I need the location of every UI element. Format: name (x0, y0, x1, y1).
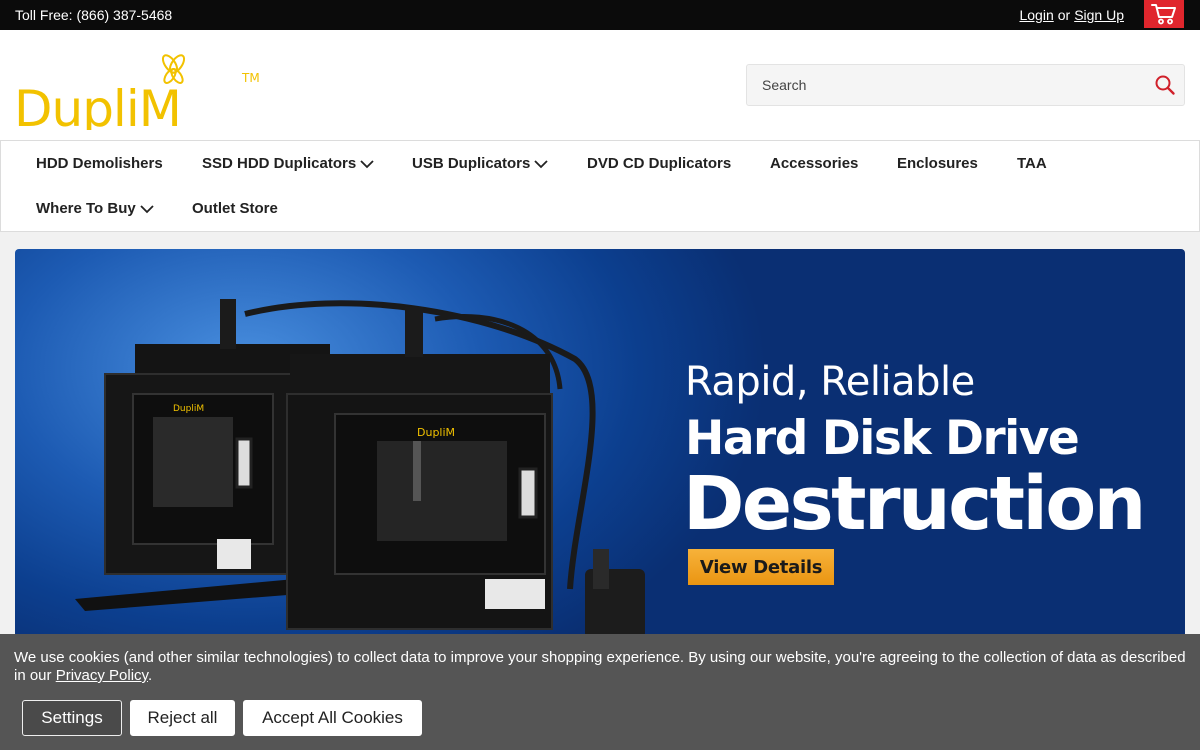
login-link[interactable]: Login (1019, 7, 1053, 23)
banner-headline-3: Destruction (683, 461, 1146, 547)
search-box (746, 64, 1185, 106)
main-nav: HDD Demolishers SSD HDD Duplicators USB … (0, 140, 1200, 232)
duplim-logo[interactable]: DupliM TM (14, 50, 264, 130)
view-details-button[interactable]: View Details (688, 549, 834, 585)
hero-banner[interactable]: DupliM DupliM Rapid, Reliable Hard Disk … (15, 249, 1185, 649)
nav-dvd-cd-duplicators[interactable]: DVD CD Duplicators (587, 155, 731, 172)
nav-label: HDD Demolishers (36, 155, 163, 172)
machine-brand-label: DupliM (417, 426, 455, 439)
cookie-message: We use cookies (and other similar techno… (14, 649, 1186, 685)
nav-enclosures[interactable]: Enclosures (897, 155, 978, 172)
cookie-message-end: . (147, 667, 153, 684)
chevron-down-icon (360, 159, 374, 168)
cart-button[interactable] (1144, 0, 1184, 28)
toll-free-phone: Toll Free: (866) 387-5468 (15, 7, 173, 23)
logo-trademark: TM (241, 71, 260, 85)
nav-ssd-hdd-duplicators[interactable]: SSD HDD Duplicators (202, 155, 374, 172)
search-input[interactable] (747, 65, 1137, 105)
search-icon[interactable] (1154, 74, 1176, 96)
nav-label: DVD CD Duplicators (587, 155, 732, 172)
or-text: or (1057, 7, 1071, 23)
machine-brand-label: DupliM (173, 404, 204, 414)
banner-headline-1: Rapid, Reliable (685, 359, 975, 405)
chevron-down-icon (534, 159, 548, 168)
cookie-settings-button[interactable]: Settings (22, 700, 122, 736)
nav-label: Accessories (770, 155, 859, 172)
nav-usb-duplicators[interactable]: USB Duplicators (412, 155, 548, 172)
nav-taa[interactable]: TAA (1017, 155, 1047, 172)
banner-headline-2: Hard Disk Drive (685, 411, 1080, 466)
chevron-down-icon (140, 204, 154, 213)
top-bar: Toll Free: (866) 387-5468 Login or Sign Up (0, 0, 1200, 30)
site-header: DupliM TM (0, 30, 1200, 140)
logo-wordmark: DupliM (14, 80, 181, 130)
accept-all-cookies-button[interactable]: Accept All Cookies (243, 700, 422, 736)
nav-label: TAA (1017, 155, 1047, 172)
nav-label: Enclosures (897, 155, 978, 172)
nav-where-to-buy[interactable]: Where To Buy (36, 200, 154, 217)
nav-accessories[interactable]: Accessories (770, 155, 858, 172)
nav-label: SSD HDD Duplicators (202, 155, 357, 172)
signup-link[interactable]: Sign Up (1074, 7, 1124, 23)
privacy-policy-link[interactable]: Privacy Policy (56, 667, 148, 684)
nav-outlet-store[interactable]: Outlet Store (192, 200, 278, 217)
nav-label: Outlet Store (192, 200, 278, 217)
cookie-message-text: We use cookies (and other similar techno… (14, 649, 1186, 684)
auth-links: Login or Sign Up (1019, 7, 1124, 23)
nav-label: Where To Buy (36, 200, 136, 217)
nav-label: USB Duplicators (412, 155, 531, 172)
cart-icon (1151, 4, 1176, 25)
reject-all-button[interactable]: Reject all (130, 700, 235, 736)
hdd-demolisher-machines-image: DupliM DupliM (75, 299, 645, 639)
nav-hdd-demolishers[interactable]: HDD Demolishers (36, 155, 163, 172)
cookie-consent-bar: We use cookies (and other similar techno… (0, 634, 1200, 750)
